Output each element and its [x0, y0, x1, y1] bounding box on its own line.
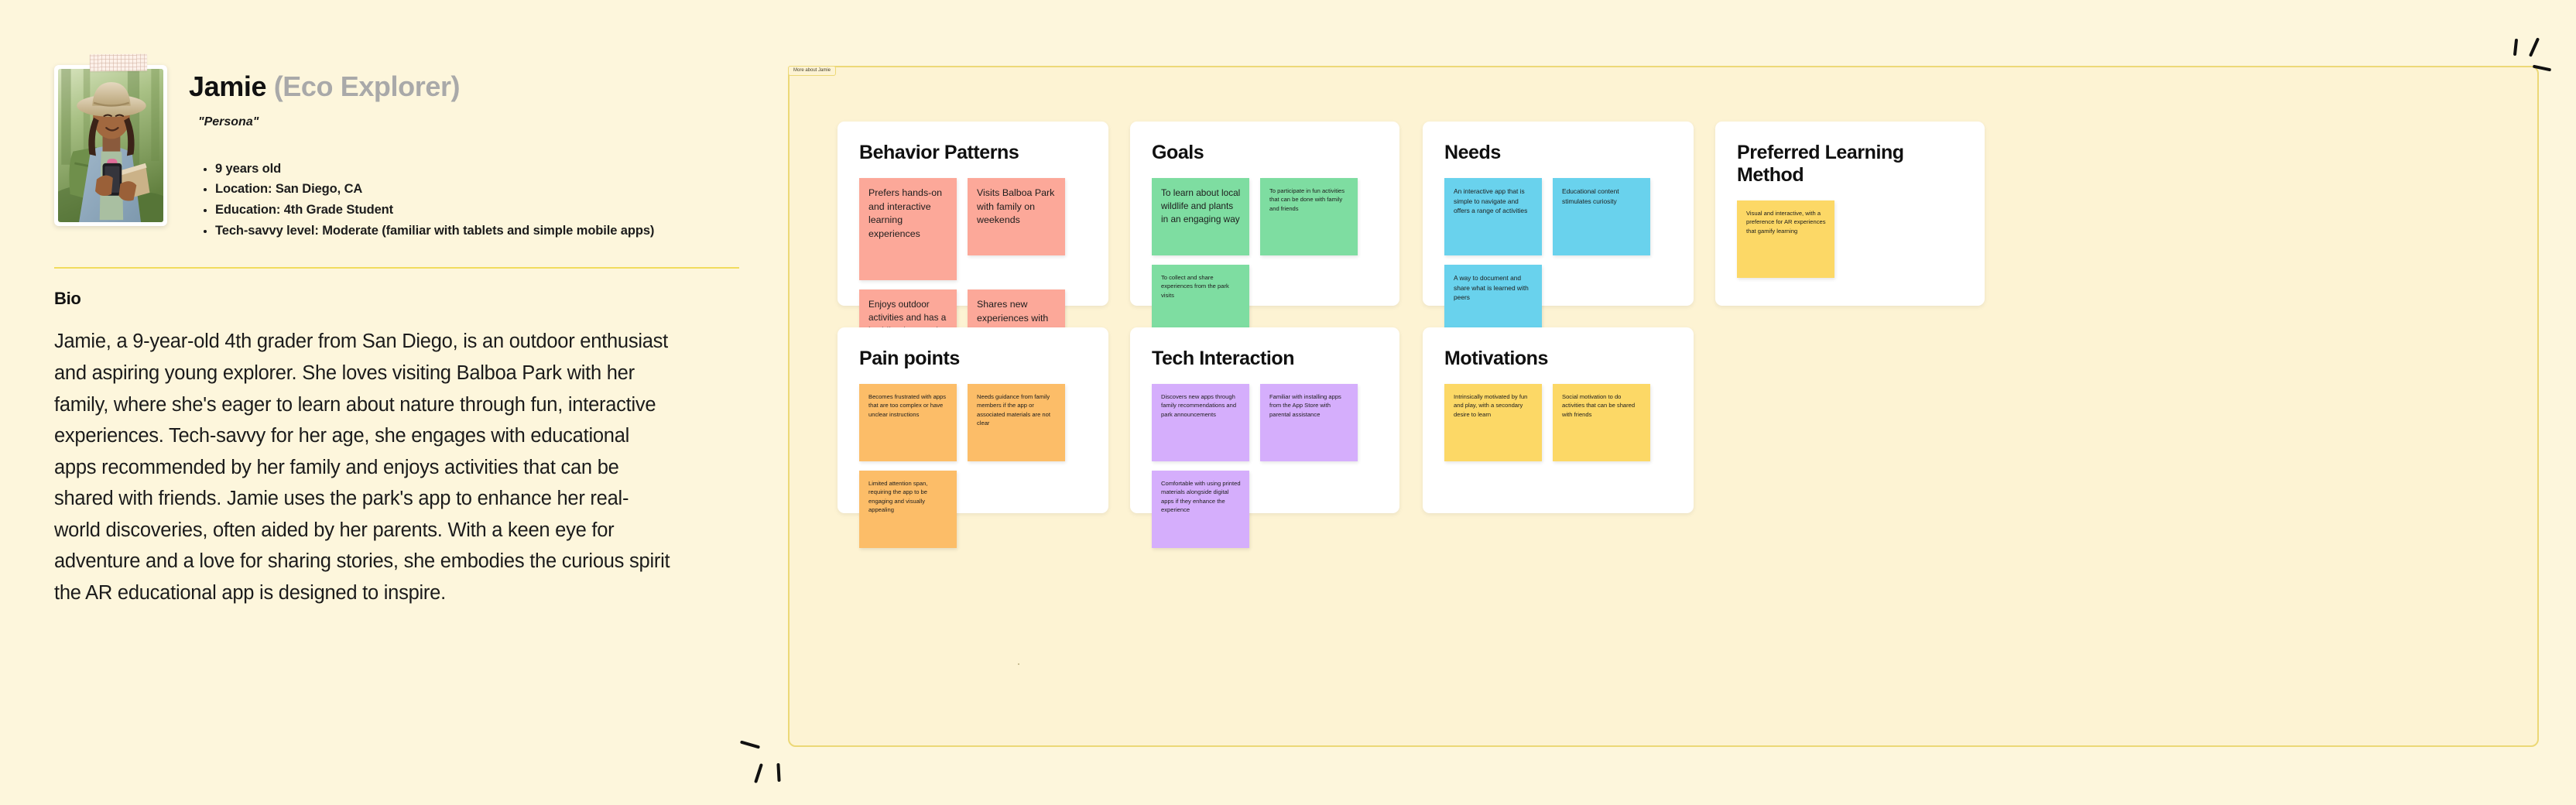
sticky-note[interactable]: Social motivation to do activities that …	[1553, 384, 1650, 461]
photo-frame	[54, 65, 167, 226]
panel-title: Tech Interaction	[1152, 348, 1295, 369]
persona-fact: Tech-savvy level: Moderate (familiar wit…	[215, 221, 743, 242]
sticky-note-group: Visual and interactive, with a preferenc…	[1737, 200, 1963, 278]
panel-title: Behavior Patterns	[859, 142, 1019, 163]
sticky-note[interactable]: Comfortable with using printed materials…	[1152, 471, 1249, 548]
board-panel-grid: Behavior Patterns Prefers hands-on and in…	[790, 67, 2537, 745]
bio-heading: Bio	[54, 289, 81, 309]
persona-fact: Education: 4th Grade Student	[215, 200, 743, 221]
persona-photo-container	[54, 53, 167, 226]
sticky-note-text: Limited attention span, requiring the ap…	[868, 480, 928, 514]
sticky-note-text: Intrinsically motivated by fun and play,…	[1454, 393, 1528, 418]
washi-tape-icon	[89, 53, 148, 72]
sticky-note[interactable]: Discovers new apps through family recomm…	[1152, 384, 1249, 461]
sticky-note-group: To learn about local wildlife and plants…	[1152, 178, 1378, 342]
panel-learning: Preferred Learning Method Visual and inte…	[1715, 122, 1985, 306]
panel-title: Goals	[1152, 142, 1204, 163]
sticky-note-text: An interactive app that is simple to nav…	[1454, 187, 1528, 215]
panel-needs: Needs An interactive app that is simple t…	[1423, 122, 1694, 342]
sticky-note[interactable]: Educational content stimulates curiosity	[1553, 178, 1650, 255]
sticky-note[interactable]: Becomes frustrated with apps that are to…	[859, 384, 957, 461]
speck	[1018, 663, 1019, 665]
sticky-note[interactable]: Prefers hands-on and interactive learnin…	[859, 178, 957, 280]
sticky-note-text: Educational content stimulates curiosity	[1562, 187, 1619, 205]
sparkle-icon	[2499, 29, 2553, 84]
sticky-note-text: To participate in fun activities that ca…	[1269, 187, 1345, 212]
sticky-note-text: Familiar with installing apps from the A…	[1269, 393, 1341, 418]
panel-behavior: Behavior Patterns Prefers hands-on and in…	[838, 122, 1108, 392]
sticky-note-text: Visits Balboa Park with family on weeken…	[977, 187, 1055, 226]
sticky-note-text: Becomes frustrated with apps that are to…	[868, 393, 947, 418]
panel-tech: Tech Interaction Discovers new apps throu…	[1130, 327, 1399, 548]
panel-title: Needs	[1444, 142, 1501, 163]
sticky-note-group: An interactive app that is simple to nav…	[1444, 178, 1672, 342]
page-title: Jamie (Eco Explorer)	[189, 71, 743, 102]
sticky-note-text: To collect and share experiences from th…	[1161, 274, 1229, 299]
persona-header: Jamie (Eco Explorer) "Persona" 9 years o…	[54, 53, 743, 241]
sticky-note[interactable]: Visits Balboa Park with family on weeken…	[968, 178, 1065, 255]
panel-goals: Goals To learn about local wildlife and p…	[1130, 122, 1399, 342]
sticky-note[interactable]: To learn about local wildlife and plants…	[1152, 178, 1249, 255]
persona-identity: Jamie (Eco Explorer) "Persona" 9 years o…	[189, 54, 743, 241]
sticky-note-text: Discovers new apps through family recomm…	[1161, 393, 1237, 418]
sticky-note[interactable]: Familiar with installing apps from the A…	[1260, 384, 1358, 461]
persona-board-page: Jamie (Eco Explorer) "Persona" 9 years o…	[0, 0, 2576, 805]
sticky-note[interactable]: An interactive app that is simple to nav…	[1444, 178, 1542, 255]
sticky-note-text: Needs guidance from family members if th…	[977, 393, 1050, 427]
panel-title: Preferred Learning Method	[1737, 142, 1904, 186]
sparkle-icon	[737, 726, 807, 796]
persona-role: (Eco Explorer)	[273, 70, 461, 102]
persona-detail-board: More about Jamie Behavior Patterns Prefer…	[788, 66, 2539, 747]
sticky-note[interactable]: Visual and interactive, with a preferenc…	[1737, 200, 1834, 278]
sticky-note-text: To learn about local wildlife and plants…	[1161, 187, 1241, 224]
persona-badge: "Persona"	[189, 113, 268, 132]
persona-fact: Location: San Diego, CA	[215, 179, 743, 200]
sticky-note-text: Comfortable with using printed materials…	[1161, 480, 1241, 514]
sticky-note-group: Becomes frustrated with apps that are to…	[859, 384, 1087, 548]
sticky-note-text: A way to document and share what is lear…	[1454, 274, 1529, 302]
sticky-note[interactable]: To participate in fun activities that ca…	[1260, 178, 1358, 255]
sticky-note[interactable]: Needs guidance from family members if th…	[968, 384, 1065, 461]
sticky-note-group: Intrinsically motivated by fun and play,…	[1444, 384, 1672, 461]
persona-name: Jamie	[189, 70, 267, 102]
persona-photo	[58, 69, 163, 222]
panel-pain: Pain points Becomes frustrated with apps …	[838, 327, 1108, 548]
sticky-note-group: Discovers new apps through family recomm…	[1152, 384, 1378, 548]
sticky-note-text: Social motivation to do activities that …	[1562, 393, 1636, 418]
sticky-note-text: Prefers hands-on and interactive learnin…	[868, 187, 943, 239]
persona-summary-column: Jamie (Eco Explorer) "Persona" 9 years o…	[54, 53, 743, 608]
sticky-note[interactable]: Intrinsically motivated by fun and play,…	[1444, 384, 1542, 461]
sticky-note-text: Visual and interactive, with a preferenc…	[1746, 210, 1826, 235]
persona-facts-list: 9 years oldLocation: San Diego, CAEducat…	[189, 159, 743, 242]
persona-fact: 9 years old	[215, 159, 743, 180]
panel-title: Pain points	[859, 348, 960, 369]
bio-paragraph: Jamie, a 9-year-old 4th grader from San …	[54, 331, 670, 604]
panel-title: Motivations	[1444, 348, 1548, 369]
sticky-note[interactable]: Limited attention span, requiring the ap…	[859, 471, 957, 548]
section-divider	[54, 267, 739, 269]
panel-motiv: Motivations Intrinsically motivated by fu…	[1423, 327, 1694, 513]
